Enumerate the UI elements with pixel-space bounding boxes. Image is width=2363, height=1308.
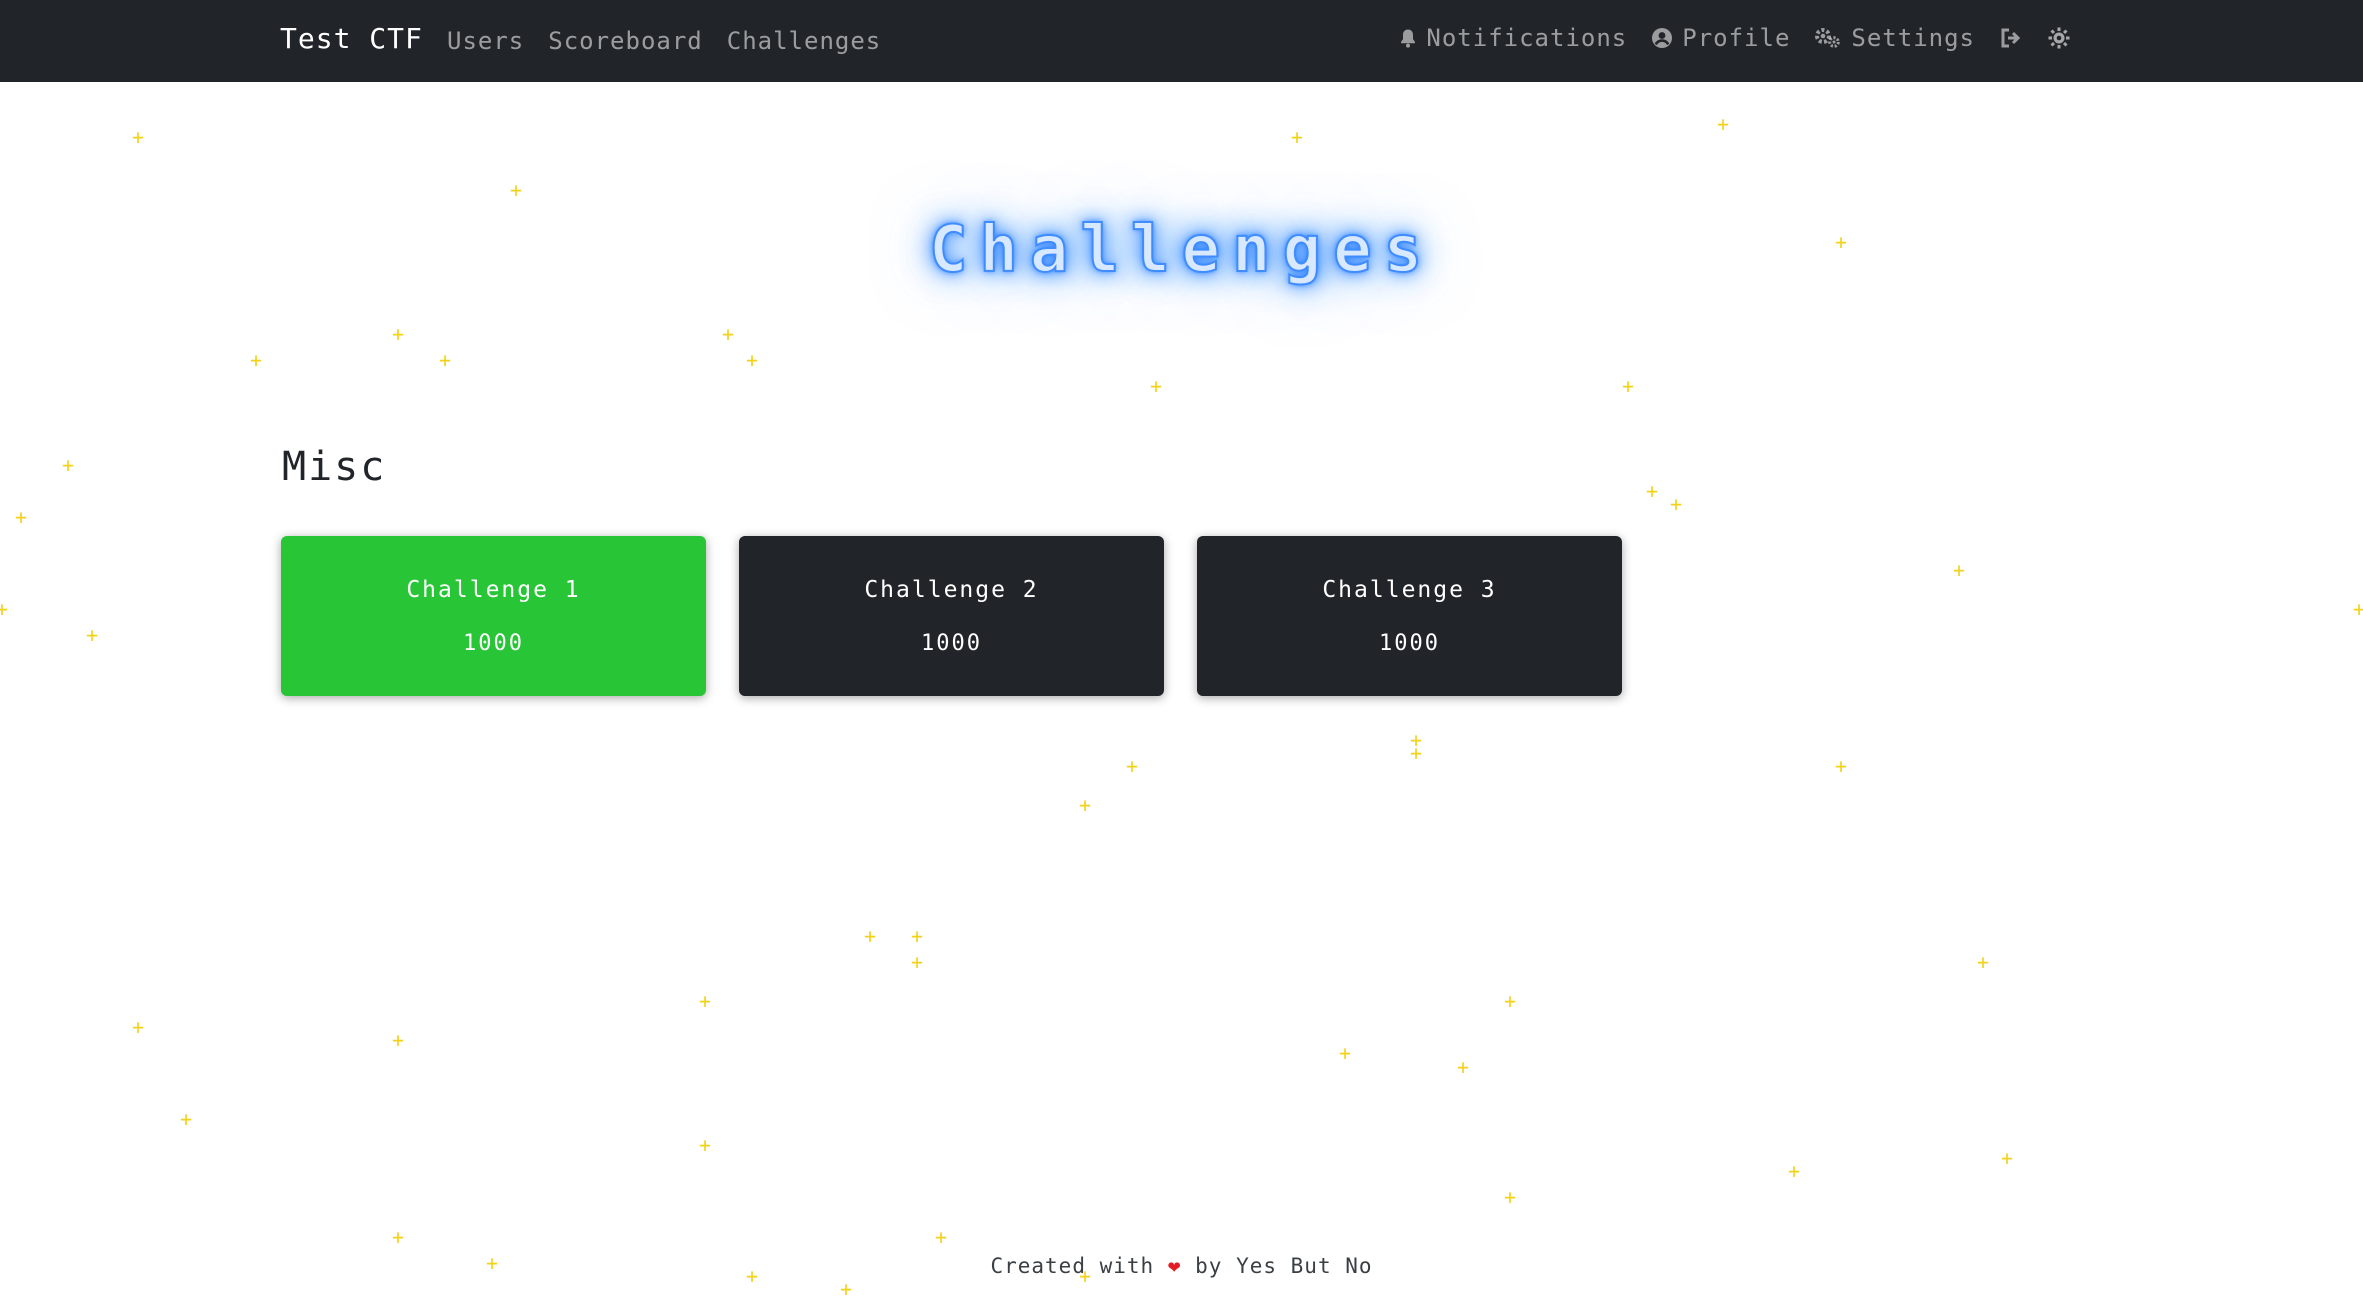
cogs-icon: [1814, 27, 1842, 49]
star-decoration: +: [840, 1277, 853, 1301]
logout-button[interactable]: [1999, 27, 2023, 49]
star-decoration: +: [1622, 374, 1635, 398]
nav-link-scoreboard[interactable]: Scoreboard: [548, 27, 703, 55]
footer-prefix: Created with: [990, 1254, 1155, 1278]
star-decoration: +: [1126, 754, 1139, 778]
nav-link-challenges[interactable]: Challenges: [727, 27, 882, 55]
star-decoration: +: [1717, 112, 1730, 136]
star-decoration: +: [1504, 1185, 1517, 1209]
star-decoration: +: [1291, 125, 1304, 149]
star-decoration: +: [1646, 479, 1659, 503]
star-decoration: +: [699, 1133, 712, 1157]
title-banner: Challenges: [0, 160, 2363, 340]
footer-suffix: by Yes But No: [1195, 1254, 1373, 1278]
star-decoration: +: [250, 348, 263, 372]
category-title: Misc: [282, 444, 387, 490]
challenge-value: 1000: [1379, 630, 1440, 656]
challenge-card-3[interactable]: Challenge 3 1000: [1197, 536, 1622, 696]
star-decoration: +: [1410, 741, 1423, 765]
nav-left-links: Users Scoreboard Challenges: [447, 27, 881, 55]
star-decoration: +: [132, 1015, 145, 1039]
star-decoration: +: [180, 1107, 193, 1131]
star-decoration: +: [1953, 558, 1966, 582]
star-decoration: +: [392, 1225, 405, 1249]
nav-link-notifications[interactable]: Notifications: [1399, 24, 1627, 52]
star-decoration: +: [699, 989, 712, 1013]
star-decoration: +: [1150, 374, 1163, 398]
star-decoration: +: [864, 924, 877, 948]
challenge-name: Challenge 3: [1322, 576, 1497, 603]
challenge-value: 1000: [921, 630, 982, 656]
challenge-card-2[interactable]: Challenge 2 1000: [739, 536, 1164, 696]
brand-link[interactable]: Test CTF: [280, 22, 423, 55]
nav-link-profile[interactable]: Profile: [1651, 24, 1790, 52]
star-decoration: +: [935, 1225, 948, 1249]
settings-label: Settings: [1851, 24, 1975, 52]
star-decoration: +: [15, 505, 28, 529]
star-decoration: +: [0, 597, 9, 621]
challenge-card-1[interactable]: Challenge 1 1000: [281, 536, 706, 696]
star-decoration: +: [911, 924, 924, 948]
star-decoration: +: [1977, 950, 1990, 974]
star-decoration: +: [1339, 1041, 1352, 1065]
star-decoration: +: [1504, 989, 1517, 1013]
star-decoration: +: [439, 348, 452, 372]
star-decoration: +: [2001, 1146, 2014, 1170]
star-decoration: +: [1670, 492, 1683, 516]
profile-label: Profile: [1682, 24, 1791, 52]
star-decoration: +: [1079, 793, 1092, 817]
nav-right-links: Notifications Profile Settings: [1399, 24, 2071, 52]
star-decoration: +: [911, 950, 924, 974]
star-decoration: +: [1457, 1055, 1470, 1079]
sign-out-icon: [1999, 27, 2023, 49]
star-decoration: +: [392, 1028, 405, 1052]
nav-link-users[interactable]: Users: [447, 27, 524, 55]
page-title: Challenges: [898, 202, 1465, 297]
bell-icon: [1399, 28, 1417, 48]
navbar: Test CTF Users Scoreboard Challenges Not…: [0, 0, 2363, 82]
star-decoration: +: [86, 623, 99, 647]
star-decoration: +: [2353, 597, 2363, 621]
star-decoration: +: [1410, 728, 1423, 752]
theme-toggle-icon: [2047, 26, 2071, 50]
star-decoration: +: [1788, 1159, 1801, 1183]
notifications-label: Notifications: [1426, 24, 1628, 52]
star-decoration: +: [1835, 754, 1848, 778]
star-decoration: +: [132, 125, 145, 149]
challenge-value: 1000: [463, 630, 524, 656]
user-circle-icon: [1651, 27, 1673, 49]
challenge-name: Challenge 2: [864, 576, 1039, 603]
nav-link-settings[interactable]: Settings: [1814, 24, 1975, 52]
footer: Created with ❤ by Yes But No: [0, 1254, 2363, 1278]
heart-icon: ❤: [1167, 1254, 1182, 1278]
challenge-grid: Challenge 1 1000 Challenge 2 1000 Challe…: [281, 536, 1622, 696]
star-decoration: +: [746, 348, 759, 372]
star-decoration: +: [62, 453, 75, 477]
theme-toggle-button[interactable]: [2047, 26, 2071, 50]
challenge-name: Challenge 1: [406, 576, 581, 603]
